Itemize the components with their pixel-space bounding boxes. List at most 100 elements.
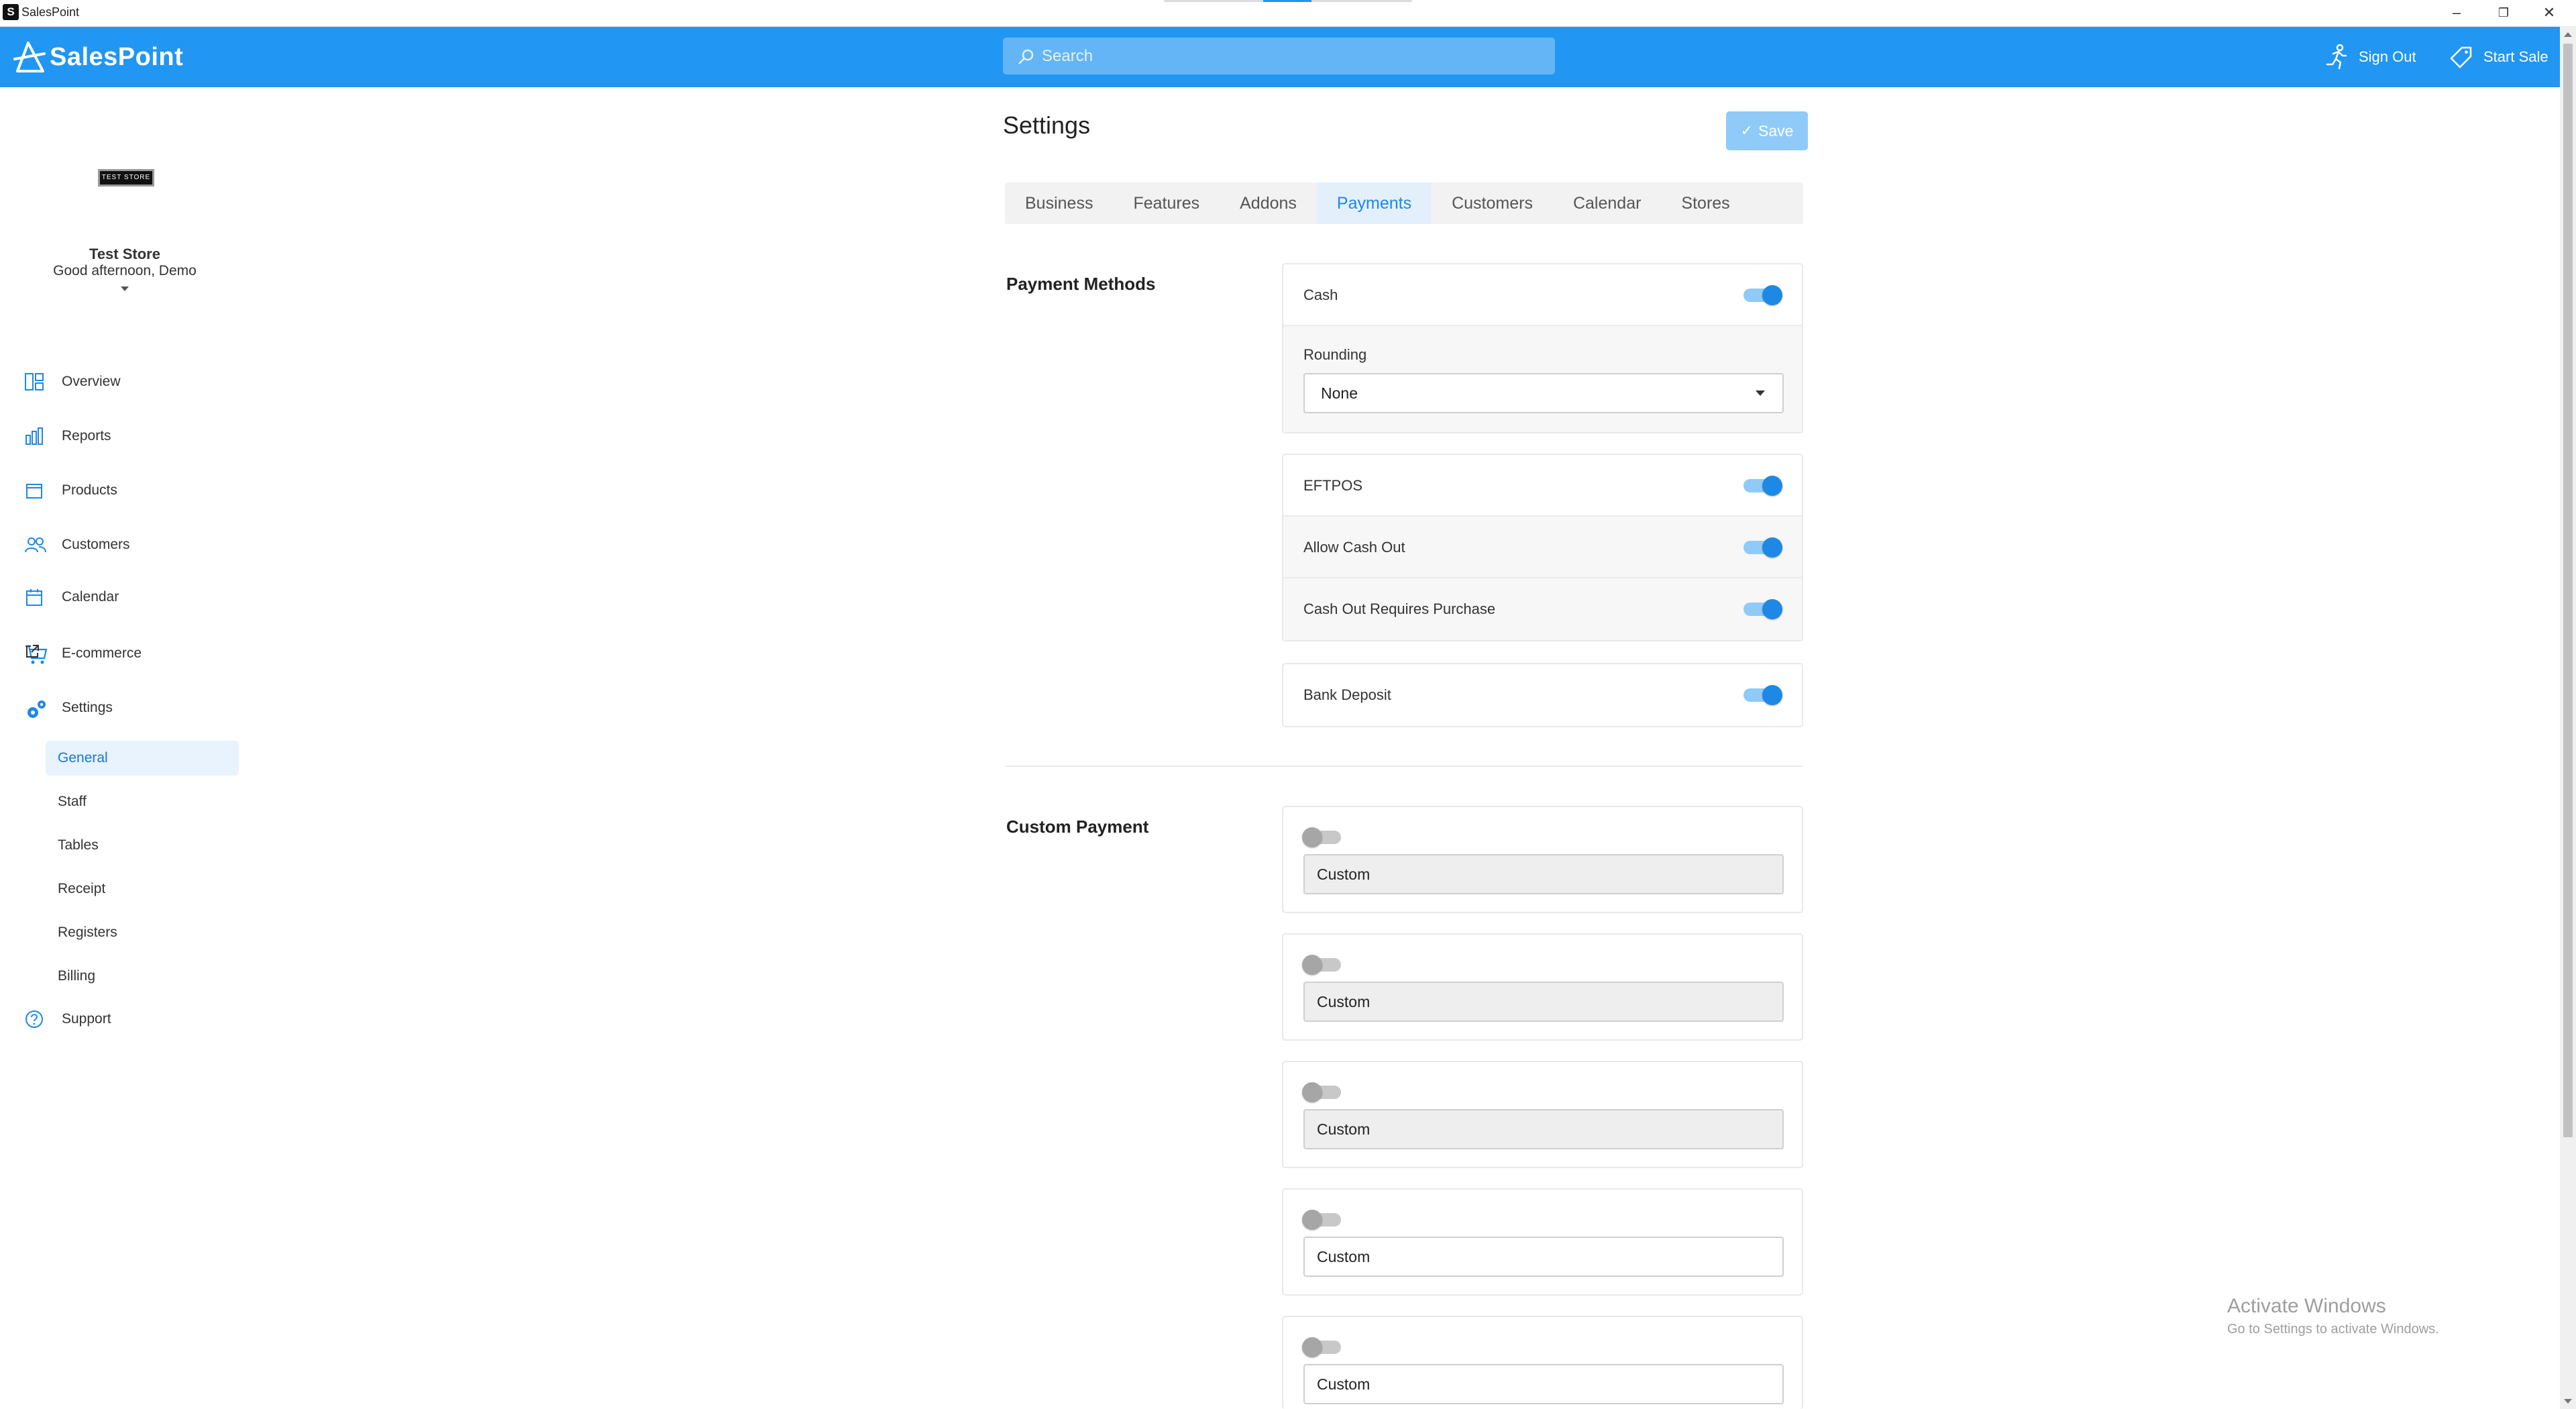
tag-icon (2450, 46, 2472, 68)
sidebar-item-label: Overview (62, 374, 121, 389)
start-sale-label: Start Sale (2483, 48, 2548, 65)
eftpos-label: EFTPOS (1303, 477, 1363, 494)
settings-sub-billing[interactable]: Billing (46, 959, 239, 994)
allow-cash-out-row: Allow Cash Out (1283, 517, 1802, 578)
window-title: SalesPoint (21, 5, 80, 19)
sidebar-item-reports[interactable]: Reports (0, 419, 250, 453)
rounding-block: Rounding None (1283, 326, 1802, 432)
search-icon (1018, 49, 1034, 64)
sidebar-item-overview[interactable]: Overview (0, 365, 250, 399)
external-link-icon (26, 645, 39, 658)
settings-sub-general[interactable]: General (46, 741, 239, 776)
search-input[interactable]: Search (1003, 38, 1555, 74)
store-menu-caret-icon[interactable] (121, 286, 129, 291)
titlebar-indicator (1164, 0, 1412, 2)
dashboard-icon (25, 373, 44, 390)
sidebar-item-products[interactable]: Products (0, 474, 250, 507)
sidebar-item-customers[interactable]: Customers (0, 528, 250, 562)
scroll-up-icon[interactable] (2564, 32, 2572, 37)
settings-sub-registers[interactable]: Registers (46, 915, 239, 950)
sidebar-item-label: E-commerce (62, 645, 142, 661)
custom-payment-input[interactable]: Custom (1303, 854, 1784, 894)
cash-out-requires-purchase-label: Cash Out Requires Purchase (1303, 601, 1496, 617)
close-button[interactable]: ✕ (2536, 3, 2563, 23)
store-name: Test Store (89, 246, 160, 262)
watermark-subtitle: Go to Settings to activate Windows. (2227, 1322, 2439, 1337)
tab-addons[interactable]: Addons (1220, 182, 1317, 224)
bank-deposit-card: Bank Deposit (1282, 663, 1803, 727)
eftpos-row: EFTPOS (1283, 455, 1802, 517)
sign-out-button[interactable]: Sign Out (2325, 44, 2416, 70)
custom-payment-toggle[interactable] (1302, 827, 1344, 847)
start-sale-button[interactable]: Start Sale (2450, 44, 2548, 70)
calendar-icon (26, 589, 42, 606)
app-icon: S (3, 4, 19, 20)
tab-features[interactable]: Features (1113, 182, 1220, 224)
page-scrollbar[interactable] (2560, 27, 2576, 1409)
scroll-down-icon[interactable] (2564, 1399, 2572, 1404)
help-circle-icon (25, 1010, 43, 1028)
save-label: Save (1758, 121, 1794, 140)
tab-calendar[interactable]: Calendar (1553, 182, 1661, 224)
rounding-value: None (1321, 384, 1358, 402)
app-header: SalesPoint Search Sign Out Start Sale (0, 27, 2560, 87)
cash-toggle[interactable] (1743, 285, 1784, 305)
sidebar-item-support[interactable]: Support (0, 1002, 250, 1036)
custom-payment-card: Custom (1282, 1316, 1803, 1409)
custom-payment-card: Custom (1282, 933, 1803, 1041)
restore-button[interactable]: ❐ (2490, 3, 2517, 23)
tab-customers[interactable]: Customers (1432, 182, 1553, 224)
custom-payment-input[interactable]: Custom (1303, 1237, 1784, 1277)
tab-stores[interactable]: Stores (1661, 182, 1750, 224)
custom-payment-toggle[interactable] (1302, 1337, 1344, 1357)
eftpos-toggle[interactable] (1743, 476, 1784, 496)
bank-deposit-toggle[interactable] (1743, 685, 1784, 705)
sidebar-item-calendar[interactable]: Calendar (0, 580, 250, 614)
users-icon (25, 537, 46, 553)
watermark-title: Activate Windows (2227, 1295, 2386, 1317)
settings-tabs: Business Features Addons Payments Custom… (1005, 182, 1803, 224)
rounding-select[interactable]: None (1303, 373, 1784, 413)
sidebar-item-label: Settings (62, 700, 113, 715)
custom-payment-input[interactable]: Custom (1303, 1364, 1784, 1404)
activate-windows-watermark: Activate Windows Go to Settings to activ… (2227, 1295, 2439, 1337)
greeting: Good afternoon, Demo (53, 263, 197, 278)
custom-payment-toggle[interactable] (1302, 1210, 1344, 1230)
gears-icon (28, 700, 46, 718)
custom-payment-card: Custom (1282, 1188, 1803, 1296)
custom-payment-toggle[interactable] (1302, 1082, 1344, 1102)
custom-payment-title: Custom Payment (1006, 817, 1149, 837)
box-icon (26, 484, 42, 499)
sidebar-item-label: Calendar (62, 589, 119, 605)
window-titlebar: S SalesPoint – ❐ ✕ (0, 0, 2576, 27)
custom-payment-card: Custom (1282, 806, 1803, 913)
settings-sub-receipt[interactable]: Receipt (46, 872, 239, 906)
sidebar: TEST STORE Test Store Good afternoon, De… (0, 87, 250, 1409)
allow-cash-out-toggle[interactable] (1743, 537, 1784, 558)
scrollbar-thumb[interactable] (2563, 44, 2573, 1137)
sidebar-item-ecommerce[interactable]: E-commerce (0, 637, 250, 670)
brand-logo[interactable]: SalesPoint (13, 39, 183, 75)
tab-business[interactable]: Business (1005, 182, 1113, 224)
payment-methods-title: Payment Methods (1006, 274, 1156, 294)
sidebar-item-label: Customers (62, 537, 130, 552)
bank-deposit-label: Bank Deposit (1303, 686, 1391, 703)
minimize-button[interactable]: – (2443, 3, 2470, 23)
custom-payment-input[interactable]: Custom (1303, 1109, 1784, 1149)
sidebar-item-settings[interactable]: Settings (0, 691, 250, 725)
cash-row: Cash (1283, 264, 1802, 326)
custom-payment-toggle[interactable] (1302, 955, 1344, 975)
tab-payments[interactable]: Payments (1316, 182, 1432, 224)
allow-cash-out-label: Allow Cash Out (1303, 539, 1405, 556)
cash-card: Cash Rounding None (1282, 263, 1803, 433)
running-person-icon (2326, 44, 2347, 70)
custom-payment-input[interactable]: Custom (1303, 982, 1784, 1022)
brand-name: SalesPoint (50, 42, 184, 71)
search-placeholder: Search (1042, 46, 1093, 65)
save-button[interactable]: ✓ Save (1726, 111, 1808, 150)
bank-deposit-row: Bank Deposit (1283, 664, 1802, 726)
custom-payment-card: Custom (1282, 1061, 1803, 1168)
cash-out-requires-purchase-toggle[interactable] (1743, 599, 1784, 619)
settings-sub-staff[interactable]: Staff (46, 784, 239, 819)
settings-sub-tables[interactable]: Tables (46, 828, 239, 863)
